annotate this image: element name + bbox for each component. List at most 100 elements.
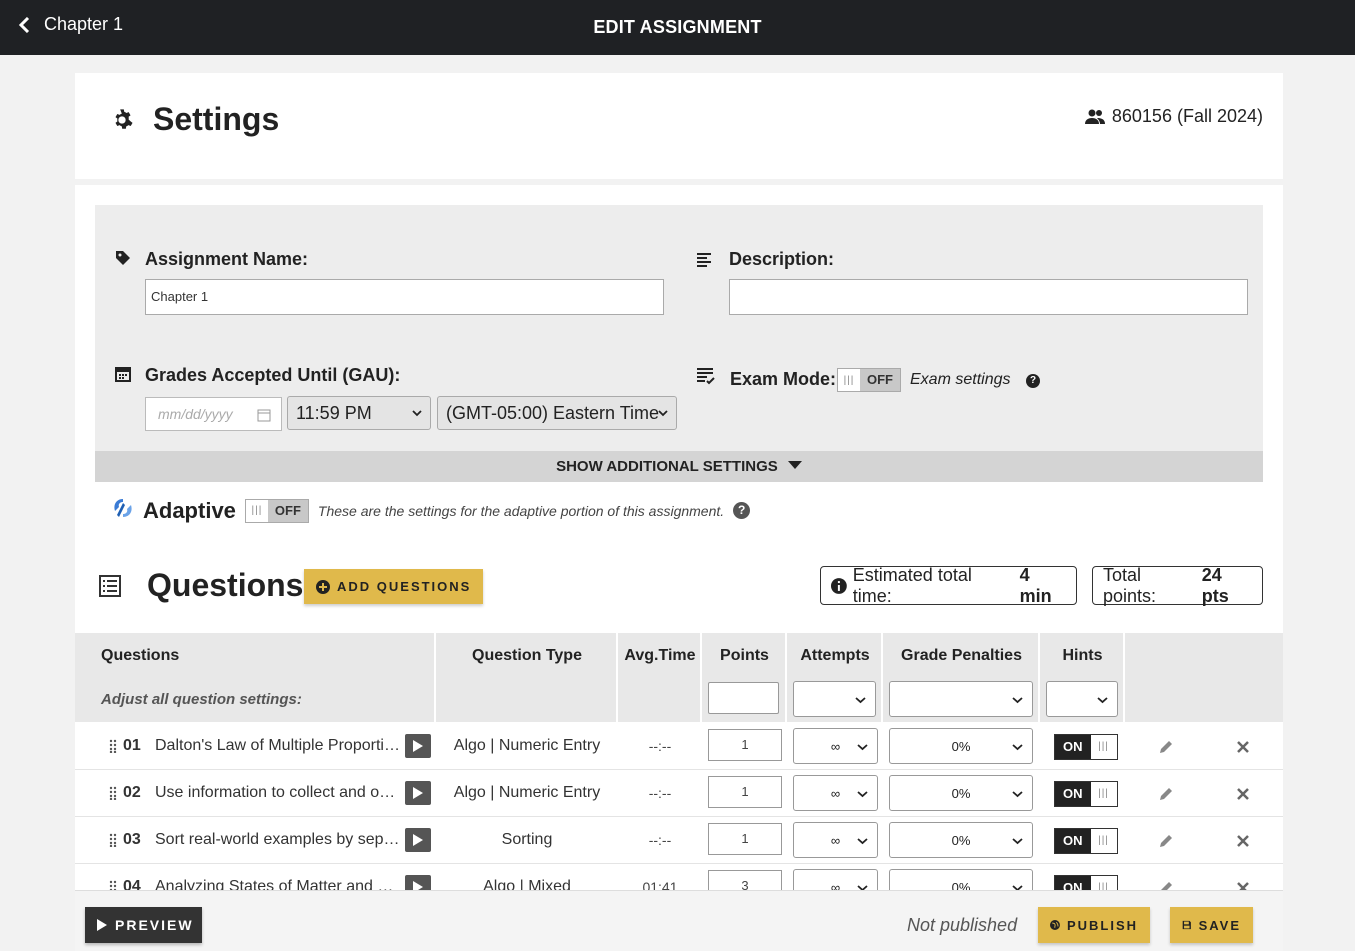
toggle-grip: ||| [251,505,263,516]
top-bar: Chapter 1 EDIT ASSIGNMENT [0,0,1355,55]
close-icon[interactable] [1236,834,1250,848]
estimated-time-value: 4 min [1019,564,1052,606]
question-title[interactable]: Sort real-world examples by separation t… [155,831,400,849]
hints-state: ON [1055,876,1091,890]
help-icon[interactable]: ? [733,502,751,519]
chevron-down-icon [1012,697,1023,704]
close-icon[interactable] [1236,787,1250,801]
total-points-box: Total points: 24 pts [1092,564,1263,606]
points-input[interactable]: 1 [708,729,782,761]
penalty-select[interactable]: 0% [889,728,1033,764]
questions-heading-group: Questions [99,567,303,604]
col-points-label: Points [720,647,769,664]
drag-handle-icon[interactable] [109,880,117,890]
play-button[interactable] [405,828,431,852]
hints-toggle[interactable]: ON ||| [1054,781,1118,807]
play-icon [413,834,423,846]
question-title[interactable]: Use information to collect and organize … [155,784,400,802]
play-icon [413,740,423,752]
exam-settings-link[interactable]: Exam settings [910,371,1010,389]
hints-toggle[interactable]: ON ||| [1054,828,1118,854]
col-points: Points [702,633,787,722]
drag-handle-icon[interactable] [109,833,117,847]
attempts-value: ∞ [830,832,841,848]
question-title[interactable]: Analyzing States of Matter and Propertie… [155,878,400,890]
play-button[interactable] [405,734,431,758]
play-button[interactable] [405,781,431,805]
attempts-select[interactable]: ∞ [793,775,878,811]
all-attempts-select[interactable] [793,681,876,717]
all-penalties-select[interactable] [889,681,1033,717]
gau-timezone-select[interactable]: (GMT-05:00) Eastern Time [437,396,677,430]
preview-label: PREVIEW [115,917,194,933]
gau-date-input[interactable]: mm/dd/yyyy [145,397,282,431]
penalty-value: 0% [951,738,971,754]
points-input[interactable]: 1 [708,823,782,855]
description-label-group: Description: [697,249,834,270]
globe-icon [1050,920,1060,930]
hints-toggle[interactable]: ON ||| [1054,875,1118,890]
close-icon[interactable] [1236,740,1250,754]
gau-time-select[interactable]: 11:59 PM [287,396,431,430]
play-icon [97,919,107,931]
question-number: 02 [123,784,141,801]
drag-handle-icon[interactable] [109,739,117,753]
show-additional-settings[interactable]: SHOW ADDITIONAL SETTINGS [95,451,1263,482]
question-type: Sorting [501,831,553,848]
total-points-label: Total points: [1103,564,1157,606]
hints-state: ON [1055,782,1091,806]
attempts-value: ∞ [830,879,841,891]
chevron-down-icon [855,697,866,704]
points-input[interactable]: 1 [708,776,782,808]
assignment-name-label-group: Assignment Name: [115,249,308,270]
col-attempts-label: Attempts [800,647,870,664]
estimated-time-box: Estimated total time: 4 min [820,564,1077,606]
question-number: 04 [123,878,141,890]
add-questions-button[interactable]: ADD QUESTIONS [304,569,484,604]
penalty-select[interactable]: 0% [889,822,1033,858]
attempts-select[interactable]: ∞ [793,728,878,764]
question-title[interactable]: Dalton's Law of Multiple Proportions [155,737,400,755]
calendar-icon [115,367,131,382]
save-button[interactable]: SAVE [1170,907,1253,943]
preview-button[interactable]: PREVIEW [85,907,202,943]
publish-status: Not published [907,915,1018,935]
publish-button[interactable]: PUBLISH [1038,907,1150,943]
floppy-disk-icon [1182,920,1191,930]
all-points-input[interactable] [708,682,779,714]
help-icon[interactable]: ? [1026,374,1040,388]
all-hints-select[interactable] [1046,681,1118,717]
description-input[interactable] [729,279,1248,315]
adaptive-description: These are the settings for the adaptive … [317,502,725,519]
table-header: Questions Adjust all question settings: … [75,633,1283,722]
col-type: Question Type [436,633,618,722]
course-info: 860156 (Fall 2024) [1084,106,1263,127]
hints-toggle[interactable]: ON ||| [1054,734,1118,760]
assignment-name-input[interactable]: Chapter 1 [145,279,664,315]
question-type: Algo | Numeric Entry [453,784,601,801]
attempts-select[interactable]: ∞ [793,822,878,858]
play-button[interactable] [405,875,431,890]
penalty-select[interactable]: 0% [889,869,1033,890]
estimated-time-label: Estimated total time: [852,564,972,606]
col-type-label: Question Type [472,647,582,664]
penalty-value: 0% [951,879,971,891]
pencil-icon[interactable] [1158,833,1174,849]
points-input[interactable]: 3 [708,870,782,890]
close-icon[interactable] [1236,881,1250,890]
exam-mode-toggle[interactable]: ||| OFF [837,368,901,392]
pencil-icon[interactable] [1158,880,1174,890]
pencil-icon[interactable] [1158,739,1174,755]
checklist-icon [697,368,715,385]
attempts-select[interactable]: ∞ [793,869,878,890]
gau-label: Grades Accepted Until (GAU): [145,365,401,385]
chevron-down-icon [1012,791,1023,798]
hints-state: ON [1055,735,1091,759]
penalty-select[interactable]: 0% [889,775,1033,811]
attempts-value: ∞ [830,785,841,801]
avg-time: --:-- [648,832,672,848]
drag-handle-icon[interactable] [109,786,117,800]
pencil-icon[interactable] [1158,786,1174,802]
adaptive-toggle[interactable]: ||| OFF [244,498,309,523]
table-row: 01 Dalton's Law of Multiple Proportions … [75,723,1283,770]
